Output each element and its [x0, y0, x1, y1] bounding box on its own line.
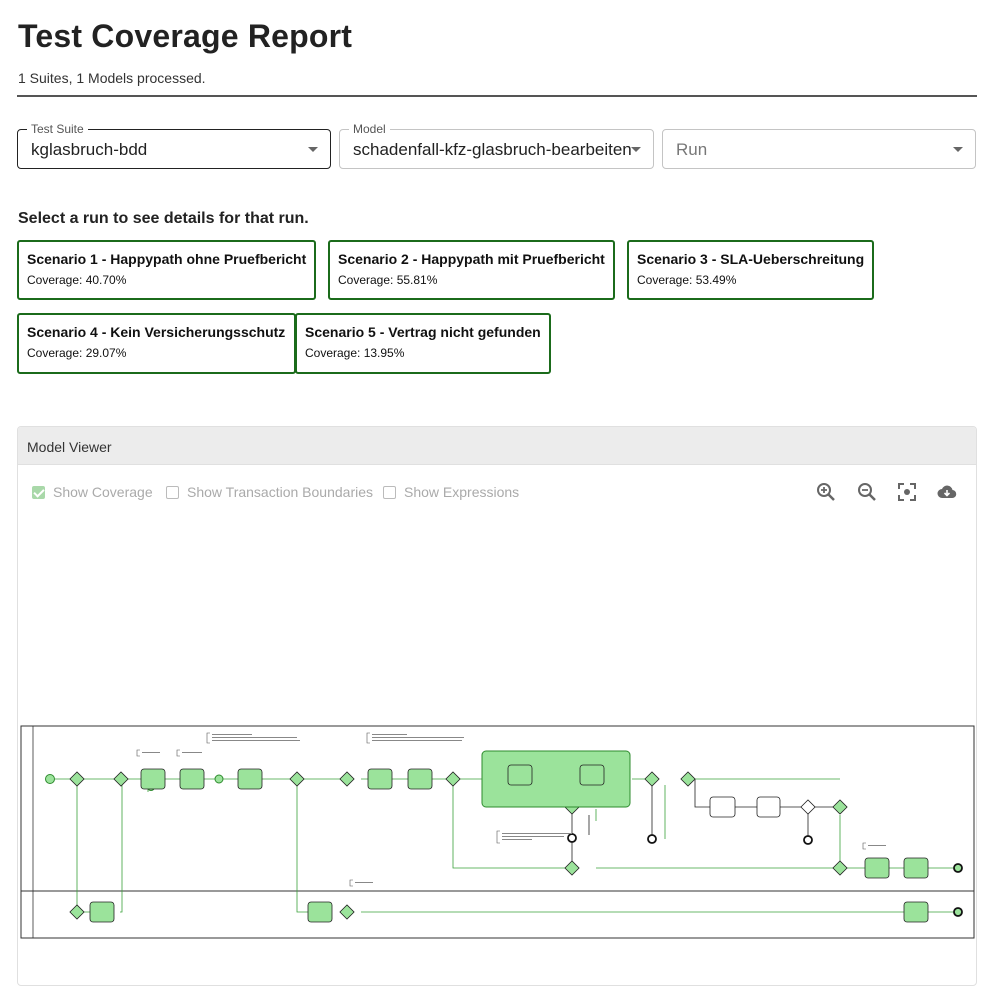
- download-icon[interactable]: [936, 481, 958, 503]
- run-coverage: Coverage: 53.49%: [637, 273, 737, 287]
- run-hint: Select a run to see details for that run…: [18, 210, 309, 227]
- show-expressions-label: Show Expressions: [404, 484, 520, 500]
- test-suite-value: kglasbruch-bdd: [31, 140, 148, 159]
- run-card-scenario-5[interactable]: Scenario 5 - Vertrag nicht gefunden Cove…: [295, 313, 551, 374]
- chevron-down-icon: [631, 147, 641, 152]
- bpmn-diagram[interactable]: [20, 725, 975, 940]
- model-select[interactable]: Model schadenfall-kfz-glasbruch-bearbeit…: [339, 122, 654, 169]
- run-select[interactable]: Run: [662, 129, 976, 169]
- model-viewer: Model Viewer Show Coverage Show Transact…: [17, 426, 977, 986]
- show-coverage-label: Show Coverage: [53, 484, 153, 500]
- model-label: Model: [349, 122, 390, 136]
- run-card-scenario-3[interactable]: Scenario 3 - SLA-Ueberschreitung Coverag…: [627, 240, 874, 300]
- run-card-scenario-1[interactable]: Scenario 1 - Happypath ohne Pruefbericht…: [17, 240, 316, 300]
- run-name: Scenario 5 - Vertrag nicht gefunden: [305, 324, 541, 340]
- page-title: Test Coverage Report: [18, 18, 353, 54]
- run-coverage: Coverage: 29.07%: [27, 346, 127, 360]
- run-name: Scenario 1 - Happypath ohne Pruefbericht: [27, 251, 307, 267]
- zoom-in-icon[interactable]: [815, 481, 837, 503]
- page-subtitle: 1 Suites, 1 Models processed.: [18, 70, 206, 86]
- run-card-scenario-2[interactable]: Scenario 2 - Happypath mit Pruefbericht …: [328, 240, 615, 300]
- zoom-out-icon[interactable]: [856, 481, 878, 503]
- show-transaction-boundaries-option[interactable]: Show Transaction Boundaries: [166, 484, 373, 500]
- show-expressions-checkbox[interactable]: [383, 485, 396, 499]
- show-transaction-boundaries-checkbox[interactable]: [166, 485, 179, 499]
- run-coverage: Coverage: 13.95%: [305, 346, 405, 360]
- chevron-down-icon: [308, 147, 318, 152]
- run-name: Scenario 2 - Happypath mit Pruefbericht: [338, 251, 605, 267]
- show-transaction-boundaries-label: Show Transaction Boundaries: [187, 484, 373, 500]
- show-coverage-option[interactable]: Show Coverage: [32, 484, 153, 500]
- header-divider: [17, 95, 977, 97]
- chevron-down-icon: [953, 147, 963, 152]
- fit-screen-icon[interactable]: [896, 481, 918, 503]
- show-expressions-option[interactable]: Show Expressions: [383, 484, 519, 500]
- test-suite-label: Test Suite: [27, 122, 88, 136]
- run-placeholder: Run: [676, 140, 708, 159]
- test-suite-select[interactable]: Test Suite kglasbruch-bdd: [17, 122, 331, 169]
- run-coverage: Coverage: 55.81%: [338, 273, 438, 287]
- model-value: schadenfall-kfz-glasbruch-bearbeiten: [353, 140, 632, 159]
- run-name: Scenario 4 - Kein Versicherungsschutz: [27, 324, 286, 340]
- show-coverage-checkbox[interactable]: [32, 485, 45, 499]
- run-card-scenario-4[interactable]: Scenario 4 - Kein Versicherungsschutz Co…: [17, 313, 296, 374]
- run-name: Scenario 3 - SLA-Ueberschreitung: [637, 251, 865, 267]
- model-viewer-title: Model Viewer: [18, 427, 976, 465]
- run-coverage: Coverage: 40.70%: [27, 273, 127, 287]
